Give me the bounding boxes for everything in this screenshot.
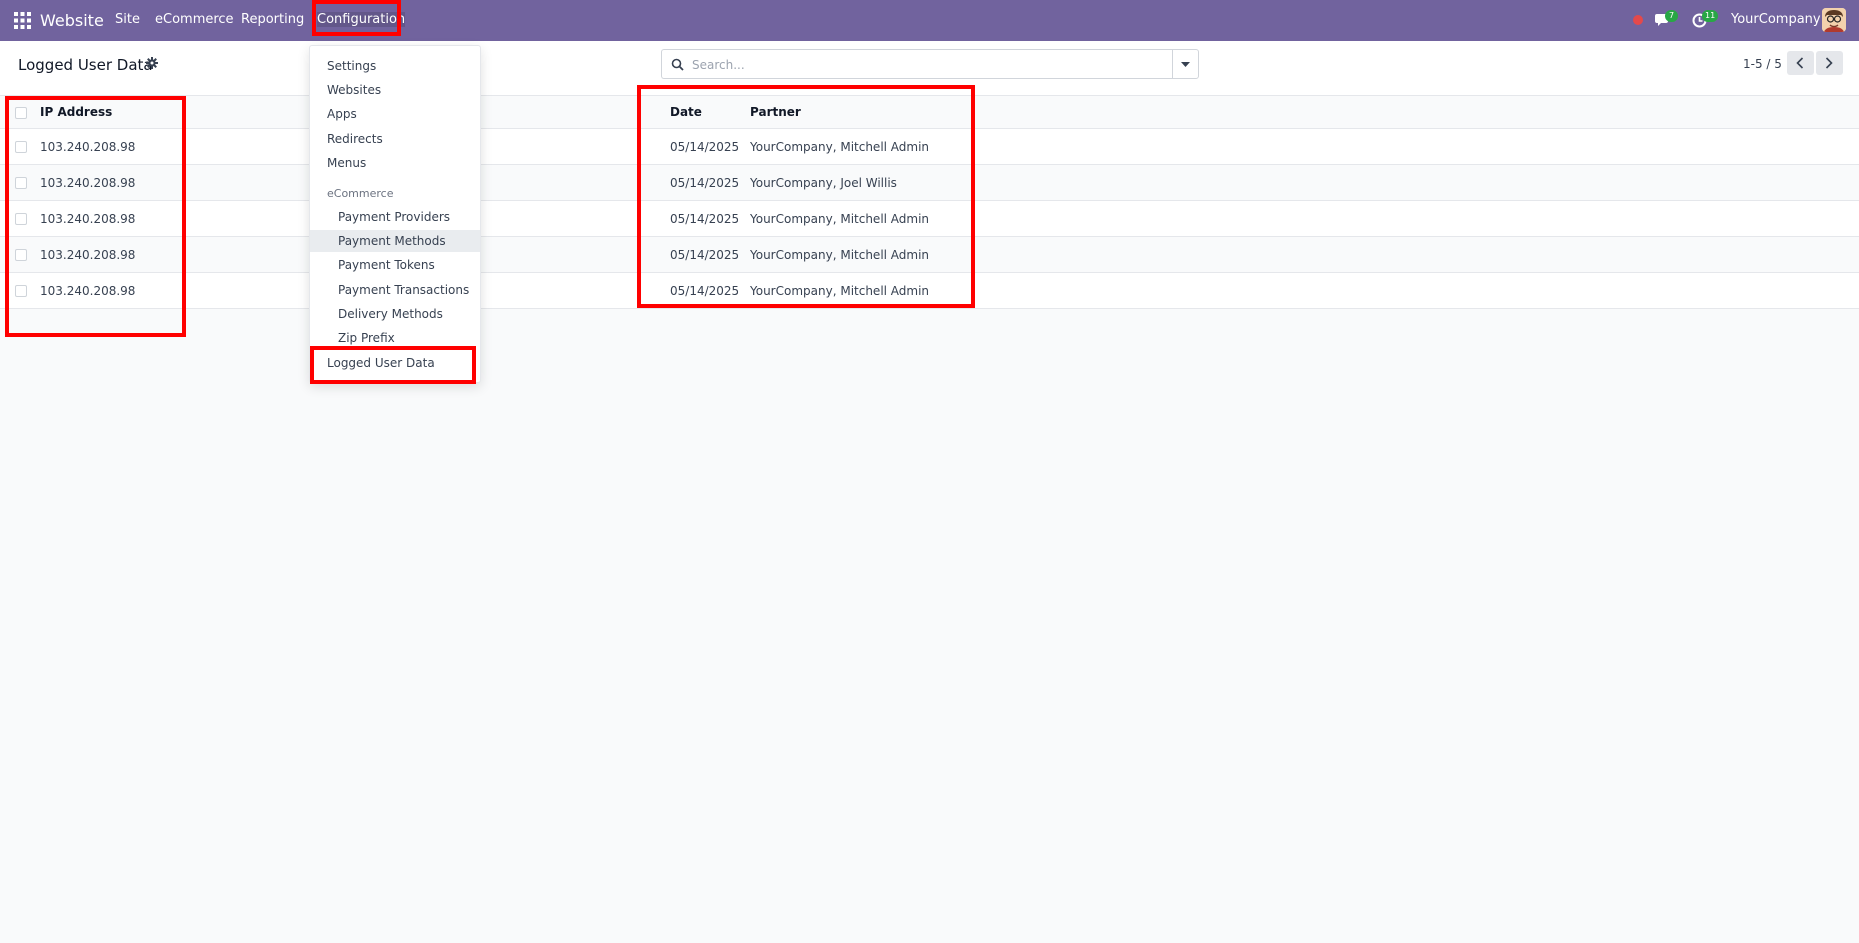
cell-date: 05/14/2025	[670, 176, 740, 190]
menu-item-payment-providers[interactable]: Payment Providers	[310, 206, 480, 228]
cell-partner: YourCompany, Mitchell Admin	[750, 248, 930, 262]
row-checkbox[interactable]	[15, 177, 27, 189]
column-header-partner[interactable]: Partner	[750, 105, 801, 119]
cell-date: 05/14/2025	[670, 284, 740, 298]
messages-button[interactable]: 7	[1655, 10, 1681, 32]
menu-item-payment-transactions[interactable]: Payment Transactions	[310, 279, 480, 301]
activities-badge: 11	[1702, 10, 1719, 22]
user-avatar[interactable]	[1822, 8, 1846, 32]
menu-reporting[interactable]: Reporting	[241, 12, 304, 27]
menu-item-payment-methods[interactable]: Payment Methods	[310, 230, 480, 252]
search-icon	[671, 58, 684, 71]
row-checkbox[interactable]	[15, 141, 27, 153]
avatar-icon	[1822, 8, 1846, 32]
cell-ip: 103.240.208.98	[40, 212, 136, 226]
table-row[interactable]: 103.240.208.98 05/14/2025 YourCompany, M…	[0, 273, 1859, 309]
cell-ip: 103.240.208.98	[40, 248, 136, 262]
menu-ecommerce[interactable]: eCommerce	[155, 12, 234, 27]
cell-partner: YourCompany, Mitchell Admin	[750, 212, 930, 226]
menu-item-delivery-methods[interactable]: Delivery Methods	[310, 303, 480, 325]
status-dot	[1633, 15, 1643, 25]
menu-item-payment-tokens[interactable]: Payment Tokens	[310, 254, 480, 276]
menu-configuration[interactable]: Configuration	[317, 12, 406, 27]
menu-item-menus[interactable]: Menus	[310, 152, 480, 174]
top-navbar: Website Site eCommerce Reporting Configu…	[0, 0, 1859, 41]
menu-item-apps[interactable]: Apps	[310, 103, 480, 125]
apps-grid-icon[interactable]	[14, 12, 31, 29]
table-row[interactable]: 103.240.208.98 05/14/2025 YourCompany, J…	[0, 165, 1859, 201]
table-row[interactable]: 103.240.208.98 05/14/2025 YourCompany, M…	[0, 237, 1859, 273]
chevron-left-icon	[1796, 57, 1804, 69]
search-bar	[661, 49, 1173, 79]
cell-ip: 103.240.208.98	[40, 140, 136, 154]
pager-previous-button[interactable]	[1787, 51, 1814, 75]
messages-badge: 7	[1665, 10, 1678, 22]
cell-partner: YourCompany, Joel Willis	[750, 176, 897, 190]
activities-button[interactable]: 11	[1692, 10, 1719, 32]
menu-site[interactable]: Site	[115, 12, 140, 27]
column-header-ip[interactable]: IP Address	[40, 105, 112, 119]
table-row[interactable]: 103.240.208.98 05/14/2025 YourCompany, M…	[0, 201, 1859, 237]
menu-item-zip-prefix[interactable]: Zip Prefix	[310, 327, 480, 349]
row-checkbox[interactable]	[15, 285, 27, 297]
table-row[interactable]: 103.240.208.98 05/14/2025 YourCompany, M…	[0, 129, 1859, 165]
cell-ip: 103.240.208.98	[40, 176, 136, 190]
row-checkbox[interactable]	[15, 213, 27, 225]
select-all-checkbox[interactable]	[15, 107, 27, 119]
cell-date: 05/14/2025	[670, 248, 740, 262]
chevron-right-icon	[1825, 57, 1833, 69]
column-header-date[interactable]: Date	[670, 105, 702, 119]
configuration-dropdown: Settings Websites Apps Redirects Menus e…	[309, 45, 481, 383]
cell-date: 05/14/2025	[670, 140, 740, 154]
list-header: IP Address Date Partner	[0, 97, 1859, 129]
company-switcher[interactable]: YourCompany	[1731, 12, 1821, 27]
pager-value[interactable]: 1-5 / 5	[1743, 57, 1782, 71]
menu-section-ecommerce: eCommerce	[327, 187, 394, 200]
gear-icon[interactable]	[146, 57, 158, 73]
list-view: IP Address Date Partner 103.240.208.98 0…	[0, 97, 1859, 309]
app-brand[interactable]: Website	[40, 11, 104, 30]
page-title: Logged User Data	[18, 56, 153, 74]
cell-partner: YourCompany, Mitchell Admin	[750, 284, 930, 298]
menu-item-redirects[interactable]: Redirects	[310, 128, 480, 150]
cell-partner: YourCompany, Mitchell Admin	[750, 140, 930, 154]
row-checkbox[interactable]	[15, 249, 27, 261]
search-input[interactable]	[692, 55, 1162, 75]
cell-date: 05/14/2025	[670, 212, 740, 226]
search-options-toggle[interactable]	[1172, 49, 1199, 79]
cell-ip: 103.240.208.98	[40, 284, 136, 298]
menu-item-websites[interactable]: Websites	[310, 79, 480, 101]
caret-down-icon	[1181, 62, 1190, 67]
pager-next-button[interactable]	[1816, 51, 1843, 75]
menu-item-settings[interactable]: Settings	[310, 55, 480, 77]
menu-item-logged-user-data[interactable]: Logged User Data	[310, 352, 480, 374]
control-panel: Logged User Data 1-5 / 5	[0, 41, 1859, 96]
